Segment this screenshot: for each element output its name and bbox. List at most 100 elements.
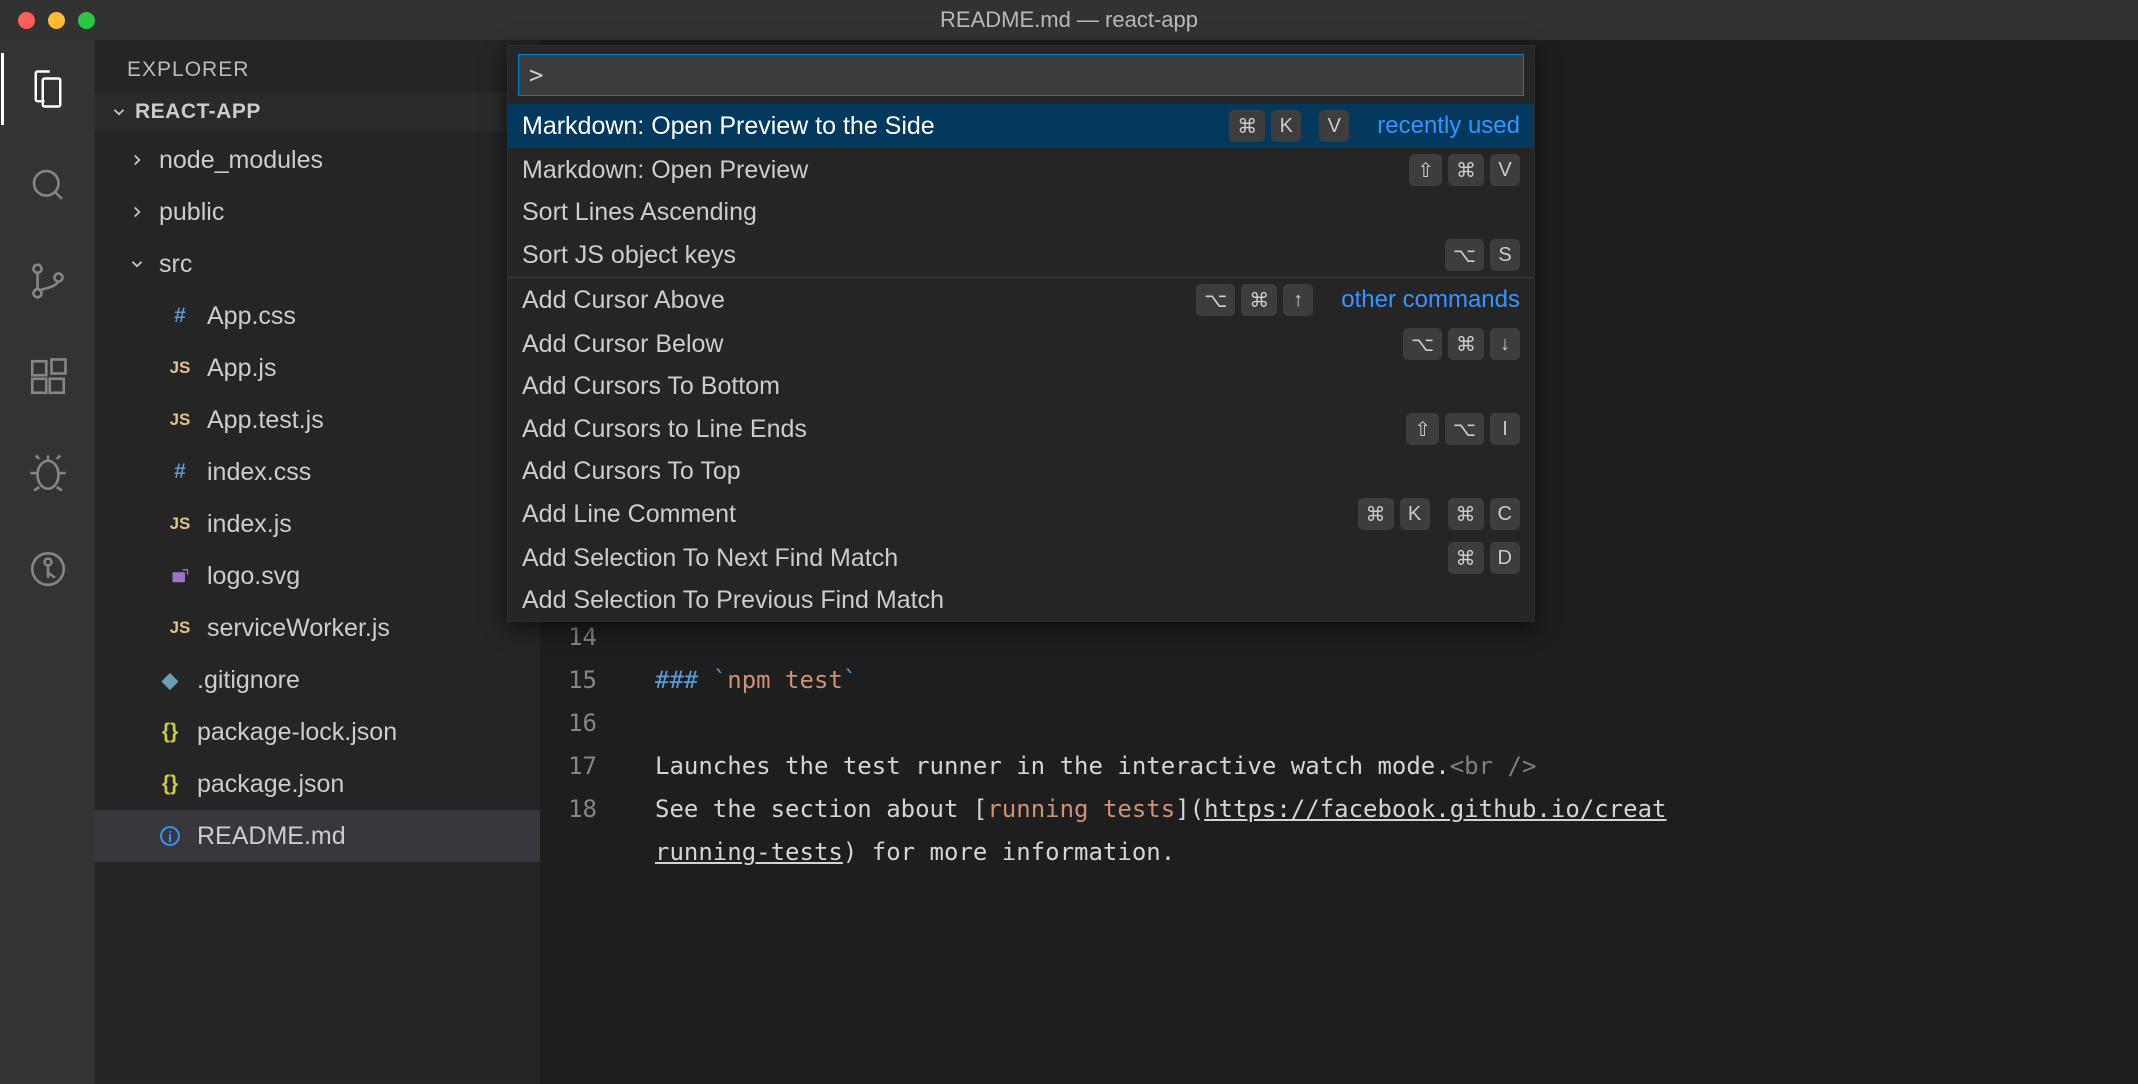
keyboard-shortcut: ⌘D <box>1448 542 1520 574</box>
git-lens-activity-icon[interactable] <box>24 545 72 593</box>
file-label: README.md <box>197 822 346 851</box>
file-label: index.js <box>207 510 292 539</box>
file-tree: node_modules public src # App.css JS App… <box>95 132 540 862</box>
palette-item-label: Sort JS object keys <box>522 241 1445 270</box>
css-file-icon: # <box>165 304 195 328</box>
folder-label: public <box>159 198 224 227</box>
file-label: App.css <box>207 302 296 331</box>
palette-item-sel-prev-match[interactable]: Add Selection To Previous Find Match <box>508 580 1534 621</box>
js-file-icon: JS <box>165 618 195 638</box>
keyboard-shortcut: ⇧⌥I <box>1406 413 1520 445</box>
line-number: 17 <box>540 752 625 780</box>
file-label: serviceWorker.js <box>207 614 390 643</box>
line-number: 16 <box>540 709 625 737</box>
svg-file-icon <box>165 566 195 586</box>
file-app-test-js[interactable]: JS App.test.js <box>95 394 540 446</box>
palette-item-sort-js-keys[interactable]: Sort JS object keys ⌥S <box>508 233 1534 277</box>
code-line: ### `npm test` <box>655 666 857 694</box>
keyboard-shortcut: ⌘K V <box>1229 110 1349 142</box>
file-label: package-lock.json <box>197 718 397 747</box>
explorer-sidebar: EXPLORER REACT-APP node_modules public s… <box>95 40 540 1084</box>
info-file-icon <box>155 825 185 847</box>
line-number: 14 <box>540 623 625 651</box>
explorer-title: EXPLORER <box>95 40 540 92</box>
keyboard-shortcut: ⌥⌘↑ <box>1196 284 1313 316</box>
js-file-icon: JS <box>165 358 195 378</box>
file-logo-svg[interactable]: logo.svg <box>95 550 540 602</box>
folder-src[interactable]: src <box>95 238 540 290</box>
palette-item-label: Add Cursor Below <box>522 330 1403 359</box>
palette-item-cursors-bottom[interactable]: Add Cursors To Bottom <box>508 366 1534 407</box>
line-number: 18 <box>540 795 625 823</box>
chevron-down-icon <box>127 255 147 273</box>
code-line: See the section about [running tests](ht… <box>655 795 1666 823</box>
command-palette-input[interactable] <box>518 54 1524 96</box>
palette-item-cursors-top[interactable]: Add Cursors To Top <box>508 451 1534 492</box>
code-line: running-tests) for more information. <box>655 838 1175 866</box>
palette-item-open-preview-side[interactable]: Markdown: Open Preview to the Side ⌘K V … <box>508 104 1534 148</box>
explorer-activity-icon[interactable] <box>24 65 72 113</box>
file-index-css[interactable]: # index.css <box>95 446 540 498</box>
js-file-icon: JS <box>165 514 195 534</box>
extensions-activity-icon[interactable] <box>24 353 72 401</box>
chevron-down-icon <box>109 103 129 121</box>
file-label: .gitignore <box>197 666 300 695</box>
window-title: README.md — react-app <box>0 7 2138 33</box>
css-file-icon: # <box>165 460 195 484</box>
group-label-recent: recently used <box>1377 112 1520 140</box>
debug-activity-icon[interactable] <box>24 449 72 497</box>
palette-item-label: Add Selection To Previous Find Match <box>522 586 1520 615</box>
keyboard-shortcut: ⌘K ⌘C <box>1358 498 1520 530</box>
titlebar: README.md — react-app <box>0 0 2138 40</box>
palette-item-label: Add Selection To Next Find Match <box>522 544 1448 573</box>
palette-item-sel-next-match[interactable]: Add Selection To Next Find Match ⌘D <box>508 536 1534 580</box>
file-gitignore[interactable]: ◆ .gitignore <box>95 654 540 706</box>
folder-label: src <box>159 250 192 279</box>
keyboard-shortcut: ⌥⌘↓ <box>1403 328 1520 360</box>
palette-item-sort-asc[interactable]: Sort Lines Ascending <box>508 192 1534 233</box>
keyboard-shortcut: ⌥S <box>1445 239 1520 271</box>
folder-public[interactable]: public <box>95 186 540 238</box>
keyboard-shortcut: ⇧⌘V <box>1409 154 1520 186</box>
palette-item-label: Add Line Comment <box>522 500 1358 529</box>
source-control-activity-icon[interactable] <box>24 257 72 305</box>
file-label: App.js <box>207 354 276 383</box>
chevron-right-icon <box>127 151 147 169</box>
search-activity-icon[interactable] <box>24 161 72 209</box>
file-service-worker[interactable]: JS serviceWorker.js <box>95 602 540 654</box>
file-readme[interactable]: README.md <box>95 810 540 862</box>
file-package-json[interactable]: {} package.json <box>95 758 540 810</box>
palette-item-cursor-above[interactable]: Add Cursor Above ⌥⌘↑ other commands <box>508 278 1534 322</box>
maximize-window-button[interactable] <box>78 12 95 29</box>
palette-item-label: Add Cursors To Top <box>522 457 1520 486</box>
palette-item-line-comment[interactable]: Add Line Comment ⌘K ⌘C <box>508 492 1534 536</box>
palette-item-label: Add Cursors to Line Ends <box>522 415 1406 444</box>
file-label: App.test.js <box>207 406 324 435</box>
file-app-css[interactable]: # App.css <box>95 290 540 342</box>
command-palette-list: Markdown: Open Preview to the Side ⌘K V … <box>508 104 1534 621</box>
palette-item-label: Add Cursor Above <box>522 286 1196 315</box>
window-controls <box>0 12 95 29</box>
file-label: index.css <box>207 458 311 487</box>
minimize-window-button[interactable] <box>48 12 65 29</box>
palette-item-label: Add Cursors To Bottom <box>522 372 1520 401</box>
command-palette: Markdown: Open Preview to the Side ⌘K V … <box>507 45 1535 622</box>
palette-item-label: Sort Lines Ascending <box>522 198 1520 227</box>
folder-node-modules[interactable]: node_modules <box>95 134 540 186</box>
git-file-icon: ◆ <box>155 668 185 693</box>
json-file-icon: {} <box>155 720 185 744</box>
palette-item-label: Markdown: Open Preview <box>522 156 1409 185</box>
palette-item-cursors-line-ends[interactable]: Add Cursors to Line Ends ⇧⌥I <box>508 407 1534 451</box>
activity-bar <box>0 40 95 1084</box>
file-label: package.json <box>197 770 344 799</box>
file-app-js[interactable]: JS App.js <box>95 342 540 394</box>
palette-item-label: Markdown: Open Preview to the Side <box>522 112 1229 141</box>
code-line: Launches the test runner in the interact… <box>655 752 1536 780</box>
file-index-js[interactable]: JS index.js <box>95 498 540 550</box>
palette-item-cursor-below[interactable]: Add Cursor Below ⌥⌘↓ <box>508 322 1534 366</box>
chevron-right-icon <box>127 203 147 221</box>
project-header[interactable]: REACT-APP <box>95 92 540 132</box>
file-package-lock[interactable]: {} package-lock.json <box>95 706 540 758</box>
palette-item-open-preview[interactable]: Markdown: Open Preview ⇧⌘V <box>508 148 1534 192</box>
close-window-button[interactable] <box>18 12 35 29</box>
